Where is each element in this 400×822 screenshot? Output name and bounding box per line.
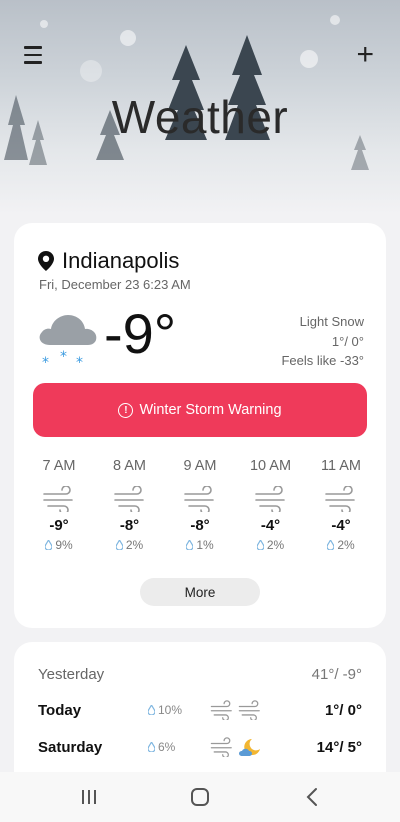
hourly-item: 9 AM -8° 1% xyxy=(165,458,235,552)
location-pin-icon xyxy=(38,251,54,271)
day-high-low: 1°/ 0° xyxy=(324,701,362,719)
home-button[interactable] xyxy=(185,784,215,810)
wind-icon xyxy=(43,486,73,512)
hourly-item: 10 AM -4° 2% xyxy=(236,458,306,552)
hour-temperature: -4° xyxy=(331,517,351,534)
day-precip: 10% xyxy=(158,703,183,717)
menu-button[interactable] xyxy=(24,46,46,68)
raindrop-icon xyxy=(148,742,155,752)
daily-row-saturday[interactable]: Saturday 6% 14°/ 5° xyxy=(38,735,362,759)
page-title: Weather xyxy=(111,91,289,143)
recent-apps-icon xyxy=(82,790,96,804)
current-temperature: -9° xyxy=(104,302,177,365)
wind-icon xyxy=(210,700,232,720)
daily-row-yesterday: Yesterday 41°/ -9° xyxy=(38,662,362,686)
day-high-low: 14°/ 5° xyxy=(316,738,362,756)
condition-text: Light Snow xyxy=(299,314,364,329)
moon-cloud-icon xyxy=(239,739,260,756)
svg-text:*: * xyxy=(60,349,67,365)
weather-alert-button[interactable]: ! Winter Storm Warning xyxy=(33,383,367,437)
date-time: Fri, December 23 6:23 AM xyxy=(39,277,191,292)
hour-time: 9 AM xyxy=(183,458,217,474)
daily-forecast-card[interactable]: Yesterday 41°/ -9° Today 10% 1°/ 0° Satu… xyxy=(14,642,386,772)
wind-icon xyxy=(184,486,214,512)
wind-icon xyxy=(325,486,355,512)
hour-precip: 9% xyxy=(55,538,73,552)
day-label: Yesterday xyxy=(38,665,105,683)
home-icon xyxy=(191,788,209,806)
wind-icon xyxy=(238,700,260,720)
current-weather-card[interactable]: Indianapolis Fri, December 23 6:23 AM * … xyxy=(14,223,386,628)
svg-text:*: * xyxy=(76,355,83,371)
hour-temperature: -8° xyxy=(190,517,210,534)
day-label: Saturday xyxy=(38,738,103,756)
hour-precip: 2% xyxy=(266,538,285,552)
wind-icon xyxy=(210,737,232,757)
back-button[interactable] xyxy=(297,784,327,810)
hour-temperature: -8° xyxy=(119,517,140,534)
hour-time: 10 AM xyxy=(249,458,292,474)
more-button[interactable]: More xyxy=(140,578,260,606)
svg-text:*: * xyxy=(42,355,49,371)
raindrop-icon xyxy=(45,540,53,550)
hourly-item: 8 AM -8° 2% xyxy=(95,458,165,552)
raindrop-icon xyxy=(115,540,123,550)
menu-icon xyxy=(24,46,42,49)
daily-row-today[interactable]: Today 10% 1°/ 0° xyxy=(38,698,362,722)
high-low-temp: 1°/ 0° xyxy=(331,333,364,349)
hour-temperature: -9° xyxy=(49,517,69,534)
hour-precip: 1% xyxy=(196,538,214,552)
recent-apps-button[interactable] xyxy=(74,784,104,810)
condition-details: Light Snow 1°/ 0° Feels like -33° xyxy=(281,312,364,371)
wind-icon xyxy=(254,486,285,512)
back-icon xyxy=(306,788,317,806)
location-name: Indianapolis xyxy=(62,248,180,273)
snow-cloud-icon: * * * xyxy=(39,315,97,371)
raindrop-icon xyxy=(186,540,194,550)
location-row[interactable]: Indianapolis xyxy=(38,248,179,274)
raindrop-icon xyxy=(256,540,264,550)
hourly-item: 7 AM -9° 9% xyxy=(24,458,94,552)
day-precip: 6% xyxy=(158,740,176,754)
hour-time: 8 AM xyxy=(112,458,147,474)
feels-like: Feels like -33° xyxy=(281,353,364,368)
hour-time: 11 AM xyxy=(320,458,362,474)
hour-time: 7 AM xyxy=(42,458,76,474)
raindrop-icon xyxy=(148,705,155,715)
hourly-item: 11 AM -4° 2% xyxy=(306,458,376,552)
menu-icon xyxy=(24,53,42,56)
wind-icon xyxy=(113,486,144,512)
day-high-low: 41°/ -9° xyxy=(311,665,362,683)
hour-precip: 2% xyxy=(337,538,355,552)
hour-temperature: -4° xyxy=(260,517,281,534)
add-location-button[interactable]: + xyxy=(356,40,374,70)
raindrop-icon xyxy=(327,540,335,550)
alert-icon: ! xyxy=(118,402,134,418)
system-navigation-bar xyxy=(0,772,400,822)
hourly-forecast[interactable]: 7 AM -9° 9% 8 AM -8° 2% 9 AM -8° 1% 10 A… xyxy=(24,458,376,552)
alert-label: Winter Storm Warning xyxy=(139,402,282,418)
day-label: Today xyxy=(38,701,82,719)
hour-precip: 2% xyxy=(125,538,144,552)
menu-icon xyxy=(24,61,42,64)
